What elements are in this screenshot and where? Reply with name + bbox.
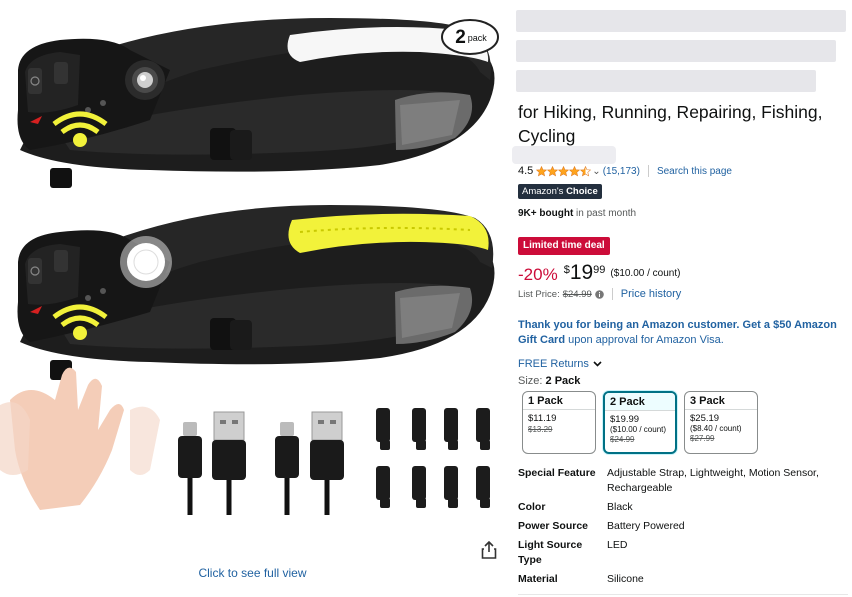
price-whole: 19 bbox=[569, 261, 594, 284]
choice-badge-suffix: Choice bbox=[566, 186, 598, 197]
search-this-page-link[interactable]: Search this page bbox=[657, 166, 732, 177]
bought-count: 9K+ bought bbox=[518, 208, 574, 219]
pack-badge: 2 pack bbox=[444, 24, 498, 52]
discount-percent: -20% bbox=[518, 265, 558, 284]
size-option-price: $19.99 bbox=[610, 414, 640, 425]
rating-value: 4.5 bbox=[518, 165, 534, 177]
spec-value: LED bbox=[607, 539, 628, 551]
info-icon[interactable] bbox=[594, 289, 604, 299]
size-option-1-pack[interactable]: 1 Pack $11.19 $13.29 bbox=[522, 391, 596, 454]
size-selected: 2 Pack bbox=[545, 375, 581, 387]
amazons-choice-badge[interactable]: Amazon's Choice bbox=[518, 184, 602, 199]
star-icon bbox=[580, 165, 592, 176]
size-option-name: 3 Pack bbox=[685, 392, 757, 410]
star-icon bbox=[569, 165, 581, 176]
spec-key: Power Source bbox=[518, 520, 589, 532]
spec-row: Special Feature Adjustable Strap, Lightw… bbox=[518, 466, 848, 496]
pack-badge-number: 2 bbox=[455, 27, 466, 48]
spec-value: Adjustable Strap, Lightweight, Motion Se… bbox=[607, 467, 819, 494]
size-option-price: $25.19 bbox=[690, 413, 720, 424]
limited-time-deal-badge: Limited time deal bbox=[518, 237, 610, 255]
size-option-name: 1 Pack bbox=[523, 392, 595, 410]
size-option-list-price: $27.99 bbox=[690, 434, 715, 443]
size-option-unit-price: ($8.40 / count) bbox=[690, 424, 742, 433]
bought-rest: in past month bbox=[573, 208, 637, 219]
headlamp-product-illustration bbox=[0, 18, 499, 515]
free-returns-label: FREE Returns bbox=[518, 358, 589, 370]
rating-stars[interactable] bbox=[536, 165, 592, 177]
star-icon bbox=[547, 165, 559, 176]
spec-value: Battery Powered bbox=[607, 520, 685, 532]
spec-value: Black bbox=[607, 501, 633, 513]
product-image-area: 2 pack Click to see full view bbox=[0, 0, 505, 597]
divider bbox=[611, 288, 613, 300]
list-price-row: List Price: $24.99 Price history bbox=[518, 288, 681, 300]
gift-card-offer-rest: upon approval for Amazon Visa. bbox=[565, 334, 724, 346]
spec-row: Power Source Battery Powered bbox=[518, 519, 848, 534]
spec-key: Light Source Type bbox=[518, 539, 583, 566]
spec-row: Material Silicone bbox=[518, 572, 848, 587]
list-price-label: List Price: bbox=[518, 288, 560, 300]
chevron-down-icon bbox=[593, 361, 602, 367]
gift-card-offer[interactable]: Thank you for being an Amazon customer. … bbox=[518, 318, 848, 348]
size-option-name: 2 Pack bbox=[605, 393, 675, 411]
unit-price: ($10.00 / count) bbox=[610, 268, 681, 279]
size-option-unit-price: ($10.00 / count) bbox=[610, 425, 667, 434]
blurred-rating-region bbox=[512, 146, 616, 164]
price-fraction: 99 bbox=[593, 264, 606, 276]
spec-row: Light Source Type LED bbox=[518, 538, 848, 568]
size-option-3-pack[interactable]: 3 Pack $25.19 ($8.40 / count) $27.99 bbox=[684, 391, 758, 454]
size-option-list-price: $13.29 bbox=[528, 425, 553, 434]
blurred-title-region bbox=[512, 4, 848, 98]
see-full-view-link[interactable]: Click to see full view bbox=[0, 566, 505, 580]
size-label-row: Size: 2 Pack bbox=[518, 375, 580, 387]
main-product-image[interactable]: 2 pack bbox=[0, 0, 505, 520]
star-icon bbox=[558, 165, 570, 176]
product-title: for Hiking, Running, Repairing, Fishing,… bbox=[518, 102, 823, 146]
pack-badge-text: pack bbox=[467, 33, 487, 43]
size-option-price: $11.19 bbox=[528, 413, 557, 424]
spec-key: Color bbox=[518, 501, 546, 513]
rating-row: 4.5 ⌄ (15,173) Search this page bbox=[518, 163, 732, 179]
free-returns-link[interactable]: FREE Returns bbox=[518, 358, 602, 370]
spec-value: Silicone bbox=[607, 573, 644, 585]
bought-in-past-month: 9K+ bought in past month bbox=[518, 208, 636, 219]
chevron-down-icon[interactable]: ⌄ bbox=[592, 166, 600, 177]
size-option-list-price: $24.99 bbox=[610, 435, 635, 444]
product-specs-table: Special Feature Adjustable Strap, Lightw… bbox=[518, 466, 848, 591]
divider bbox=[647, 165, 649, 177]
size-option-2-pack[interactable]: 2 Pack $19.99 ($10.00 / count) $24.99 bbox=[603, 391, 677, 454]
choice-badge-prefix: Amazon's bbox=[522, 186, 564, 197]
divider bbox=[518, 594, 848, 595]
share-icon[interactable] bbox=[481, 540, 497, 559]
size-label: Size: bbox=[518, 375, 543, 387]
review-count-link[interactable]: (15,173) bbox=[603, 166, 640, 177]
list-price: $24.99 bbox=[562, 288, 592, 300]
spec-row: Color Black bbox=[518, 500, 848, 515]
spec-key: Material bbox=[518, 573, 558, 585]
star-icon bbox=[536, 165, 548, 176]
price-row: -20% $ 19 99 ($10.00 / count) bbox=[518, 262, 680, 285]
price-history-link[interactable]: Price history bbox=[621, 288, 682, 300]
spec-key: Special Feature bbox=[518, 467, 596, 479]
